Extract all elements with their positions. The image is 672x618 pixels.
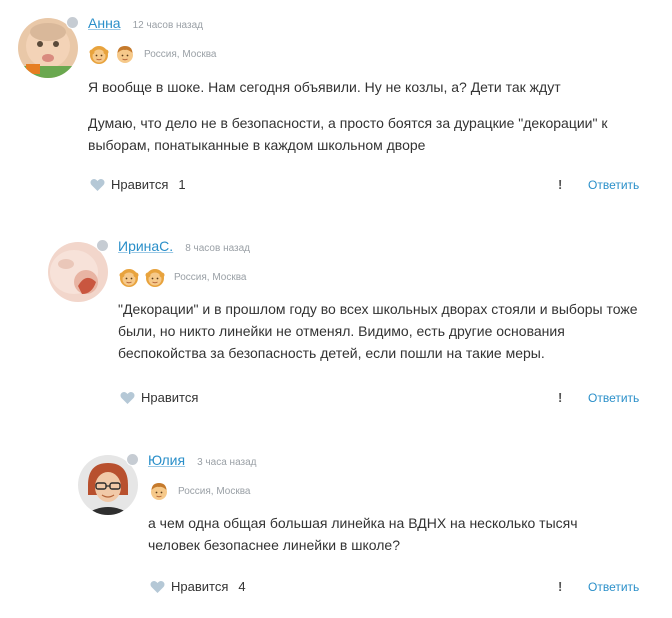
boy-child-icon (148, 480, 170, 502)
comment: ИринаС. 8 часов назад Россия, Москва "Дек… (0, 225, 672, 425)
like-label: Нравится (141, 390, 199, 405)
heart-icon (120, 391, 135, 405)
user-meta: Россия, Москва (148, 480, 251, 502)
comment-paragraph: а чем одна общая большая линейка на ВДНХ… (148, 515, 578, 553)
comment-actions: Нравится 1 ! Ответить (0, 177, 672, 197)
comment-paragraph: Я вообще в шоке. Нам сегодня объявили. Н… (88, 79, 561, 95)
comment-header: Юлия 3 часа назад (148, 452, 257, 470)
comment-actions: Нравится 4 ! Ответить (0, 579, 672, 599)
girl-child-icon (118, 266, 140, 288)
comment-time: 8 часов назад (185, 243, 251, 254)
user-meta: Россия, Москва (118, 266, 247, 288)
user-location: Россия, Москва (174, 271, 247, 283)
comment-text: а чем одна общая большая линейка на ВДНХ… (148, 512, 618, 556)
heart-icon (150, 580, 165, 594)
comment-text: Я вообще в шоке. Нам сегодня объявили. Н… (88, 76, 648, 156)
user-location: Россия, Москва (144, 48, 217, 60)
comment-time: 12 часов назад (132, 20, 203, 31)
reply-button[interactable]: Ответить (588, 580, 639, 594)
girl-child-icon (88, 43, 110, 65)
online-status-dot (96, 239, 109, 252)
user-location: Россия, Москва (178, 485, 251, 497)
heart-icon (90, 178, 105, 192)
like-button[interactable]: Нравится 4 (150, 579, 246, 594)
comment-actions: Нравится ! Ответить (0, 390, 672, 410)
comment-paragraph: Думаю, что дело не в безопасности, а про… (88, 115, 608, 153)
report-button[interactable]: ! (558, 390, 562, 405)
like-button[interactable]: Нравится (120, 390, 208, 405)
comment-header: ИринаС. 8 часов назад (118, 238, 250, 256)
like-label: Нравится (171, 579, 229, 594)
girl-child-icon (144, 266, 166, 288)
report-button[interactable]: ! (558, 177, 562, 192)
like-count: 1 (178, 177, 186, 192)
like-label: Нравится (111, 177, 169, 192)
comment-text: "Декорации" и в прошлом году во всех шко… (118, 298, 638, 364)
comment: Анна 12 часов назад Россия, Москва Я вооб… (0, 0, 672, 200)
reply-button[interactable]: Ответить (588, 178, 639, 192)
comment-header: Анна 12 часов назад (88, 15, 203, 33)
user-meta: Россия, Москва (88, 43, 217, 65)
like-button[interactable]: Нравится 1 (90, 177, 186, 192)
like-count: 4 (238, 579, 246, 594)
author-name[interactable]: Юлия (148, 452, 185, 468)
author-name[interactable]: Анна (88, 15, 121, 31)
online-status-dot (66, 16, 79, 29)
online-status-dot (126, 453, 139, 466)
boy-child-icon (114, 43, 136, 65)
report-button[interactable]: ! (558, 579, 562, 594)
author-name[interactable]: ИринаС. (118, 238, 173, 254)
reply-button[interactable]: Ответить (588, 391, 639, 405)
comment-paragraph: "Декорации" и в прошлом году во всех шко… (118, 301, 638, 361)
comment: Юлия 3 часа назад Россия, Москва а чем од… (0, 440, 672, 618)
comment-time: 3 часа назад (197, 457, 257, 468)
